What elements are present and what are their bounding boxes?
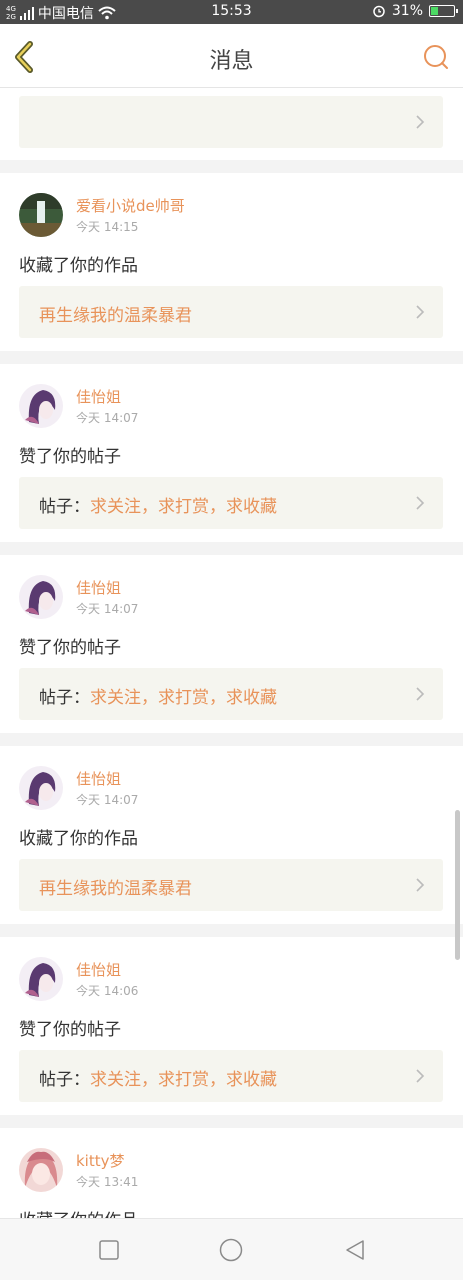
action-text: 赞了你的帖子 xyxy=(19,1020,121,1040)
notification-card: 爱看小说de帅哥 今天 14:15 收藏了你的作品 再生缘我的温柔暴君 xyxy=(0,173,463,351)
search-icon[interactable] xyxy=(423,44,449,70)
status-bar: 4G 2G 中国电信 15:53 31% xyxy=(0,0,463,24)
chevron-right-icon xyxy=(416,305,425,319)
action-text: 赞了你的帖子 xyxy=(19,638,121,658)
referenced-item[interactable]: 帖子：求关注，求打赏，求收藏 xyxy=(19,668,443,720)
chevron-right-icon xyxy=(416,878,425,892)
triangle-back-icon[interactable] xyxy=(344,1239,366,1261)
username[interactable]: 佳怡姐 xyxy=(76,768,121,789)
notification-card: kitty梦 今天 13:41 收藏了你的作品 xyxy=(0,1128,463,1218)
username[interactable]: 佳怡姐 xyxy=(76,959,121,980)
action-text: 收藏了你的作品 xyxy=(19,1206,138,1218)
action-text: 收藏了你的作品 xyxy=(19,256,138,276)
timestamp: 今天 14:15 xyxy=(76,220,139,234)
avatar[interactable] xyxy=(19,766,63,810)
referenced-item[interactable] xyxy=(19,96,443,148)
username[interactable]: 佳怡姐 xyxy=(76,577,121,598)
referenced-item[interactable]: 再生缘我的温柔暴君 xyxy=(19,859,443,911)
system-nav-bar xyxy=(0,1218,463,1280)
avatar[interactable] xyxy=(19,1148,63,1192)
avatar[interactable] xyxy=(19,193,63,237)
message-list[interactable]: 爱看小说de帅哥 今天 14:15 收藏了你的作品 再生缘我的温柔暴君 佳怡姐 … xyxy=(0,88,463,1218)
battery-icon xyxy=(429,5,458,17)
alarm-icon xyxy=(373,5,385,18)
referenced-item[interactable]: 帖子：求关注，求打赏，求收藏 xyxy=(19,477,443,529)
timestamp: 今天 14:07 xyxy=(76,602,139,616)
chevron-right-icon xyxy=(416,687,425,701)
notification-card: 佳怡姐 今天 14:06 赞了你的帖子 帖子：求关注，求打赏，求收藏 xyxy=(0,937,463,1115)
notification-card: 佳怡姐 今天 14:07 收藏了你的作品 再生缘我的温柔暴君 xyxy=(0,746,463,924)
username[interactable]: 爱看小说de帅哥 xyxy=(76,195,185,216)
battery-percent: 31% xyxy=(391,3,423,19)
referenced-item[interactable]: 再生缘我的温柔暴君 xyxy=(19,286,443,338)
referenced-item[interactable]: 帖子：求关注，求打赏，求收藏 xyxy=(19,1050,443,1102)
scrollbar[interactable] xyxy=(455,810,460,960)
chevron-right-icon xyxy=(416,115,425,129)
avatar[interactable] xyxy=(19,957,63,1001)
avatar[interactable] xyxy=(19,575,63,619)
chevron-right-icon xyxy=(416,1069,425,1083)
page-title: 消息 xyxy=(209,49,254,74)
circle-icon[interactable] xyxy=(219,1238,243,1262)
action-text: 收藏了你的作品 xyxy=(19,829,138,849)
timestamp: 今天 14:07 xyxy=(76,793,139,807)
timestamp: 今天 13:41 xyxy=(76,1175,139,1189)
notification-card: 佳怡姐 今天 14:07 赞了你的帖子 帖子：求关注，求打赏，求收藏 xyxy=(0,555,463,733)
chevron-right-icon xyxy=(416,496,425,510)
username[interactable]: kitty梦 xyxy=(76,1150,125,1171)
square-icon[interactable] xyxy=(99,1240,119,1260)
action-text: 赞了你的帖子 xyxy=(19,447,121,467)
notification-card: 佳怡姐 今天 14:07 赞了你的帖子 帖子：求关注，求打赏，求收藏 xyxy=(0,364,463,542)
avatar[interactable] xyxy=(19,384,63,428)
username[interactable]: 佳怡姐 xyxy=(76,386,121,407)
notification-card xyxy=(0,88,463,160)
timestamp: 今天 14:06 xyxy=(76,984,139,998)
screen: 4G 2G 中国电信 15:53 31% 消息 爱看小说de帅哥 今天 14:1… xyxy=(0,0,463,1280)
timestamp: 今天 14:07 xyxy=(76,411,139,425)
app-header: 消息 xyxy=(0,24,463,88)
